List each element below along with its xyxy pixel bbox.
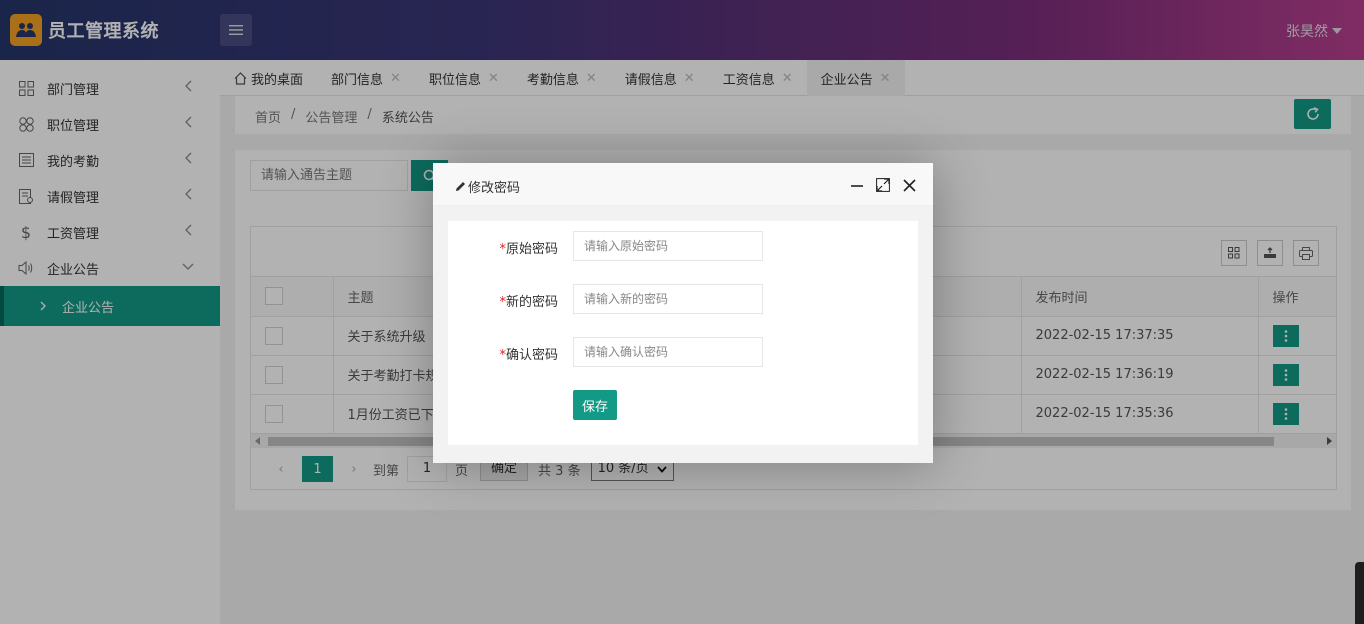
confirm-password-input[interactable]: 请输入确认密码 bbox=[573, 337, 763, 367]
maximize-icon[interactable] bbox=[875, 177, 891, 193]
old-password-input[interactable]: 请输入原始密码 bbox=[573, 231, 763, 261]
save-button[interactable]: 保存 bbox=[573, 390, 617, 420]
form-row-new-password: *新的密码 请输入新的密码 bbox=[448, 284, 918, 314]
pencil-icon bbox=[456, 182, 465, 191]
field-label: *确认密码 bbox=[448, 344, 558, 363]
change-password-dialog: 修改密码 *原始密码 请输入原始密码 *新的密码 请输入新的密码 *确认密码 请… bbox=[433, 163, 933, 463]
old-password-placeholder: 请输入原始密码 bbox=[584, 239, 669, 253]
dialog-header: 修改密码 bbox=[433, 163, 933, 206]
new-password-input[interactable]: 请输入新的密码 bbox=[573, 284, 763, 314]
field-label-text: 确认密码 bbox=[505, 348, 558, 363]
dialog-body: *原始密码 请输入原始密码 *新的密码 请输入新的密码 *确认密码 请输入确认密… bbox=[448, 221, 918, 445]
field-label: *新的密码 bbox=[448, 291, 558, 310]
confirm-password-placeholder: 请输入确认密码 bbox=[584, 345, 669, 359]
form-row-old-password: *原始密码 请输入原始密码 bbox=[448, 231, 918, 261]
field-label: *原始密码 bbox=[448, 238, 558, 257]
field-label-text: 新的密码 bbox=[505, 295, 558, 310]
new-password-placeholder: 请输入新的密码 bbox=[584, 292, 669, 306]
dialog-title-text: 修改密码 bbox=[468, 181, 521, 196]
field-label-text: 原始密码 bbox=[505, 242, 558, 257]
minimize-icon[interactable] bbox=[849, 177, 865, 193]
dialog-title: 修改密码 bbox=[455, 177, 520, 196]
form-row-confirm-password: *确认密码 请输入确认密码 bbox=[448, 337, 918, 367]
close-icon[interactable] bbox=[901, 177, 917, 193]
